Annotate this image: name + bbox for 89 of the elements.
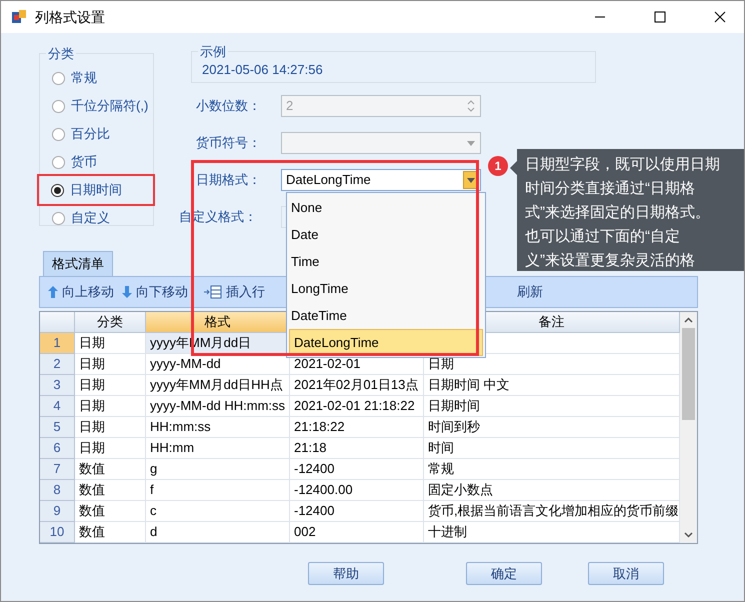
table-cell: 日期 [75,354,146,375]
app-icon [11,9,27,25]
radio-option[interactable]: 百分比 [40,120,153,148]
radio-option[interactable]: 日期时间 [39,176,153,204]
maximize-icon[interactable] [654,11,666,23]
field-label: 货币符号： [195,134,262,152]
table-cell: 数值 [75,501,146,522]
row-header[interactable]: 3 [40,375,75,396]
toolbar-button[interactable]: 向下移动 [120,280,190,304]
row-header[interactable]: 9 [40,501,75,522]
table-cell: 日期时间 [424,396,680,417]
insert-row-icon [204,285,222,299]
radio-option[interactable]: 千位分隔符(,) [40,92,153,120]
table-cell: 固定小数点 [424,480,680,501]
table-cell: HH:mm:ss [146,417,290,438]
tab[interactable]: 格式清单 [43,251,113,276]
scroll-thumb[interactable] [682,328,695,420]
table-cell: yyyy年MM月dd日HH点 [146,375,290,396]
table-cell: 日期 [75,417,146,438]
row-header[interactable]: 6 [40,438,75,459]
window-title: 列格式设置 [35,8,105,26]
row-header[interactable]: 1 [40,333,75,354]
table-cell: 日期时间 中文 [424,375,680,396]
row-header[interactable]: 4 [40,396,75,417]
column-header[interactable]: 分类 [75,312,146,333]
table-cell: -12400 [290,459,424,480]
callout-text: 义”来设置更复杂灵活的格 [525,251,696,271]
dropdown-option[interactable]: Time [287,248,485,275]
arrow-down-icon [122,286,132,298]
example-value: 2021-05-06 14:27:56 [202,60,323,78]
table-cell: 日期 [424,354,680,375]
row-header[interactable]: 2 [40,354,75,375]
corner-header [40,312,75,333]
radio-option[interactable]: 货币 [40,148,153,176]
step-badge: 1 [488,156,508,176]
table-cell: 日期 [75,375,146,396]
row-header[interactable]: 7 [40,459,75,480]
field-label: 小数位数： [195,97,262,116]
callout-text: 也可以通过下面的“自定 [525,227,681,247]
dialog-button[interactable]: 帮助 [308,562,384,585]
table-cell: 十进制 [424,522,680,543]
callout-text: 式”来选择固定的日期格式。 [525,203,711,223]
radio-option[interactable]: 自定义 [40,204,153,232]
callout-text: 日期型字段，既可以使用日期 [525,155,721,175]
table-cell: 数值 [75,522,146,543]
table-cell: 2021-02-01 21:18:22 [290,396,424,417]
table-cell: HH:mm [146,438,290,459]
table-cell: -12400.00 [290,480,424,501]
dialog-button[interactable]: 取消 [588,562,664,585]
radio-option[interactable]: 常规 [40,64,153,92]
toolbar-button[interactable]: 插入行 [202,280,267,304]
table-cell: yyyy-MM-dd HH:mm:ss [146,396,290,417]
scroll-down-icon[interactable] [684,532,693,538]
field-label: 日期格式： [195,171,262,190]
callout-text: 时间分类直接通过“日期格 [525,179,696,199]
table-cell: g [146,459,290,480]
table-cell: 数值 [75,459,146,480]
scroll-up-icon[interactable] [684,317,693,323]
dropdown-option[interactable]: None [287,194,485,221]
dialog-button[interactable]: 确定 [466,562,542,585]
table-cell: -12400 [290,501,424,522]
table-cell: 2021年02月01日13点 [290,375,424,396]
table-cell: 21:18:22 [290,417,424,438]
table-cell: 时间到秒 [424,417,680,438]
table-cell: 002 [290,522,424,543]
row-header[interactable]: 5 [40,417,75,438]
dropdown-option[interactable]: LongTime [287,275,485,302]
row-header[interactable]: 10 [40,522,75,543]
table-cell: 数值 [75,480,146,501]
row-header[interactable]: 8 [40,480,75,501]
table-cell: 日期 [75,438,146,459]
caret-down-icon[interactable] [467,178,475,182]
table-cell: d [146,522,290,543]
dropdown-option[interactable]: Date [287,221,485,248]
table-cell: c [146,501,290,522]
table-cell: 21:18 [290,438,424,459]
table-cell: yyyy-MM-dd [146,354,290,375]
close-icon[interactable] [714,11,726,23]
toolbar-button[interactable]: 刷新 [515,280,545,304]
dropdown-field[interactable]: DateLongTime [281,169,481,191]
table-cell: 时间 [424,438,680,459]
table-cell: 常规 [424,459,680,480]
arrow-up-icon [48,286,58,298]
table-cell: f [146,480,290,501]
table-cell: 货币,根据当前语言文化增加相应的货币前缀 [424,501,680,522]
scrollbar[interactable] [680,312,697,543]
table-cell: 日期 [75,396,146,417]
table-cell: 2021-02-01 [290,354,424,375]
toolbar-button[interactable]: 向上移动 [46,280,116,304]
